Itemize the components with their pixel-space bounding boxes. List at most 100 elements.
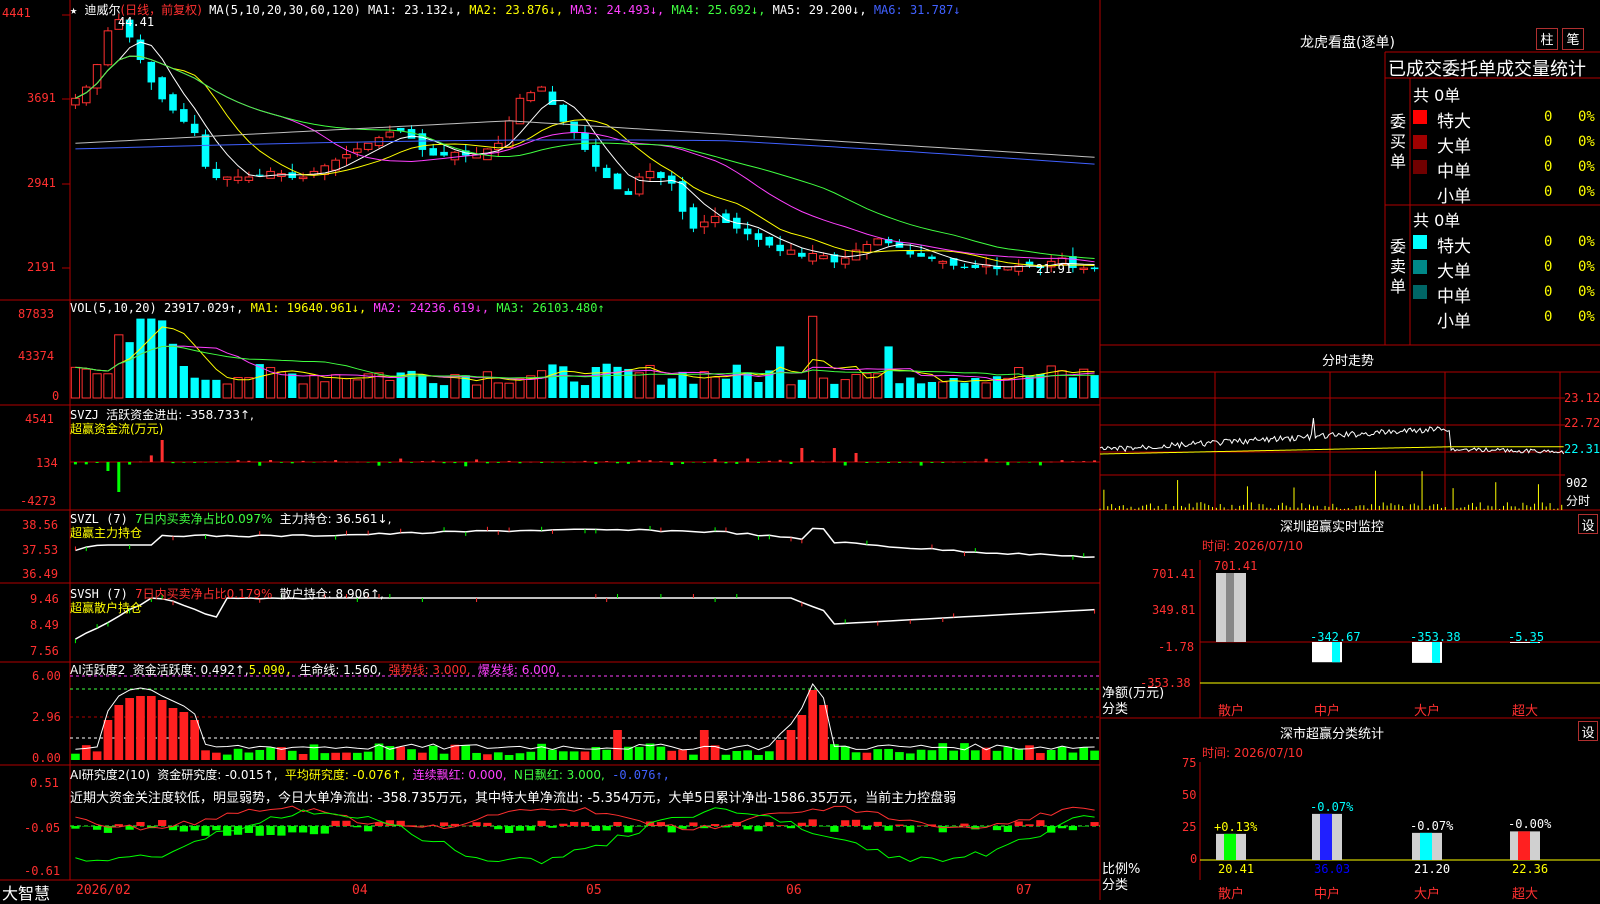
classify-value-label: 20.41 (1218, 862, 1255, 876)
fund-flow-bar (832, 448, 836, 462)
candle-up (819, 255, 828, 260)
candle-up (699, 221, 709, 228)
activity-bar (1079, 747, 1089, 760)
fund-flow-bar (897, 462, 901, 463)
candle-down (776, 244, 784, 252)
chart-canvas[interactable] (0, 0, 1600, 900)
volume-bar-down (1068, 377, 1078, 398)
activity-bar (201, 750, 210, 760)
activity-bar (1057, 746, 1067, 760)
activity-bar (732, 751, 742, 760)
research-bar (873, 821, 882, 826)
candle-down (570, 121, 578, 134)
research-bar (537, 820, 546, 826)
candle-down (429, 148, 438, 156)
monitor-settings-button[interactable]: 设 (1578, 514, 1598, 534)
tick-view-button[interactable]: 笔 (1562, 28, 1584, 50)
volume-bar-down (797, 379, 806, 398)
research-bar (1014, 821, 1023, 826)
kline-ytick-4: 2191 (27, 260, 56, 274)
sell-color-swatch (1413, 285, 1427, 299)
volume-bar-up (493, 382, 503, 399)
buy-row-percent: 0% (1578, 184, 1595, 200)
vol-ytick-1: 87833 (18, 307, 55, 321)
column-view-button[interactable]: 柱 (1536, 28, 1558, 50)
research-bar (353, 826, 362, 828)
fund-flow-bar (637, 460, 641, 462)
activity-bar (895, 752, 904, 760)
candle-up (938, 260, 948, 264)
sell-row-percent: 0% (1578, 259, 1595, 275)
classify-change-label: +0.13% (1214, 819, 1258, 834)
research-bar (1036, 820, 1045, 826)
activity-bar (949, 750, 958, 760)
volume-bar-up (840, 379, 850, 399)
vol-ytick-3: 0 (52, 389, 60, 403)
sell-row-count: 0 (1544, 309, 1553, 325)
ai2-title: AI活跃度2 (70, 663, 126, 677)
candle-down (798, 252, 806, 257)
fund-flow-bar (301, 460, 305, 462)
monitor-bar-label: -5.35 (1508, 630, 1545, 644)
activity-bar (602, 749, 612, 760)
activity-bar (808, 690, 818, 760)
research-bar (212, 826, 221, 831)
activity-bar (407, 749, 416, 760)
fund-flow-bar (431, 460, 435, 462)
fund-flow-bar (1060, 460, 1064, 462)
research-bar (786, 826, 796, 829)
fund-flow-bar (865, 462, 869, 463)
volume-bar-down (168, 343, 178, 398)
candle-down (440, 151, 448, 156)
activity-bar (960, 743, 969, 760)
star-icon[interactable]: ★ (70, 3, 77, 17)
candle-down (960, 266, 969, 268)
research-bar (667, 826, 676, 833)
activity-bar (255, 749, 265, 760)
activity-bar (1036, 753, 1045, 760)
research-avg: 平均研究度: -0.076↑, (284, 768, 406, 782)
fund-flow-bar (73, 462, 77, 465)
volume-bar-up (482, 371, 493, 399)
fund-flow-bar (204, 462, 208, 463)
ma2-value: MA2: 23.876↓, (469, 3, 564, 17)
ai2-value2: 5.090, (248, 663, 293, 677)
research-bar (689, 822, 698, 826)
svsh-ytick-1: 9.46 (30, 592, 59, 606)
dragon-table-title: 已成交委托单成交量统计 (1388, 59, 1586, 80)
activity-bar (992, 750, 1002, 760)
activity-bar (884, 748, 893, 760)
research-bar (82, 826, 91, 827)
research-bar (559, 823, 568, 826)
fund-flow-bar (583, 460, 587, 462)
fund-flow-bar (605, 461, 609, 462)
activity-bar (613, 730, 622, 760)
kline-ytick-2: 3691 (27, 91, 56, 105)
fund-flow-bar (128, 462, 132, 465)
monitor-bar-edge (1432, 642, 1440, 663)
activity-bar (721, 754, 731, 760)
candle-up (504, 120, 514, 148)
ma5-value: MA5: 29.200↓, (772, 3, 867, 17)
research-bar (591, 826, 600, 831)
vol-ma2: MA2: 24236.619↓, (373, 301, 490, 315)
vol-ma3: MA3: 26103.480↑ (496, 301, 605, 315)
classify-time: 时间: 2026/07/10 (1202, 746, 1304, 760)
fund-flow-bar (236, 460, 240, 462)
activity-bar (873, 749, 883, 760)
classify-change-label: -0.00% (1508, 817, 1552, 832)
research-bar (613, 821, 622, 826)
candle-down (743, 228, 752, 235)
volume-bar-down (743, 372, 752, 398)
buy-color-swatch (1413, 135, 1427, 149)
research-bar (374, 822, 384, 826)
classify-settings-button[interactable]: 设 (1578, 721, 1598, 741)
activity-bar (418, 752, 427, 760)
activity-bar (743, 750, 752, 760)
sell-row-percent: 0% (1578, 284, 1595, 300)
fund-flow-bar (800, 448, 804, 462)
activity-bar (1025, 745, 1034, 760)
volume-bar-up (1046, 365, 1056, 399)
fund-flow-bar (84, 462, 88, 465)
vol-ma1: MA1: 19640.961↓, (250, 301, 367, 315)
